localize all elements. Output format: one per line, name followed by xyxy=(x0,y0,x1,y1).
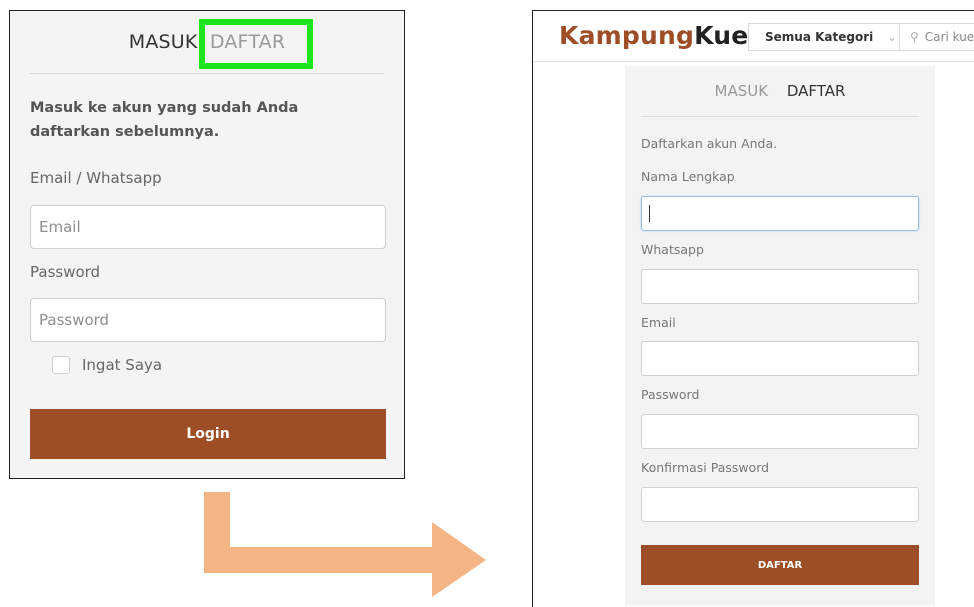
category-select[interactable]: Semua Kategori ⌄ xyxy=(748,23,900,51)
category-select-value: Semua Kategori xyxy=(765,30,874,44)
search-icon: ⚲ xyxy=(910,30,919,44)
brand-part-kampung: Kampung xyxy=(559,21,695,50)
password-label: Password xyxy=(641,387,700,402)
divider xyxy=(30,73,384,74)
text-caret xyxy=(649,205,650,222)
login-button[interactable]: Login xyxy=(30,409,386,459)
login-tabs: MASUK DAFTAR xyxy=(10,19,404,69)
brand-logo[interactable]: KampungKue xyxy=(559,21,748,50)
confirm-password-field[interactable] xyxy=(641,487,919,522)
remember-label: Ingat Saya xyxy=(82,356,163,374)
full-name-label: Nama Lengkap xyxy=(641,169,735,184)
register-tabs: MASUK DAFTAR xyxy=(625,82,935,100)
search-placeholder: Cari kue xyxy=(924,30,974,44)
password-input[interactable] xyxy=(30,298,386,342)
password-field[interactable] xyxy=(641,414,919,449)
email-label: Email xyxy=(641,315,676,330)
tab-daftar[interactable]: DAFTAR xyxy=(787,82,846,100)
site-header: KampungKue Semua Kategori ⌄ ⚲ Cari kue xyxy=(533,11,974,62)
daftar-button[interactable]: DAFTAR xyxy=(641,545,919,585)
whatsapp-field[interactable] xyxy=(641,269,919,304)
daftar-highlight-box xyxy=(199,19,313,69)
search-input[interactable]: ⚲ Cari kue xyxy=(900,23,974,51)
register-page: KampungKue Semua Kategori ⌄ ⚲ Cari kue M… xyxy=(532,10,974,607)
password-label: Password xyxy=(30,263,101,281)
login-panel: MASUK DAFTAR Masuk ke akun yang sudah An… xyxy=(9,10,405,479)
login-heading: Masuk ke akun yang sudah Anda daftarkan … xyxy=(30,100,299,140)
brand-part-kue: Kue xyxy=(694,21,749,50)
tab-masuk[interactable]: MASUK xyxy=(129,31,198,53)
email-input[interactable] xyxy=(30,205,386,249)
chevron-down-icon: ⌄ xyxy=(887,30,897,44)
register-card: MASUK DAFTAR Daftarkan akun Anda. Nama L… xyxy=(625,66,935,606)
email-field[interactable] xyxy=(641,341,919,376)
confirm-password-label: Konfirmasi Password xyxy=(641,460,770,475)
whatsapp-label: Whatsapp xyxy=(641,242,704,257)
register-intro: Daftarkan akun Anda. xyxy=(641,136,778,151)
remember-checkbox[interactable] xyxy=(52,356,70,374)
email-label: Email / Whatsapp xyxy=(30,169,162,187)
full-name-field[interactable] xyxy=(641,196,919,231)
tab-masuk[interactable]: MASUK xyxy=(715,82,769,100)
remember-me[interactable]: Ingat Saya xyxy=(52,356,162,374)
divider xyxy=(641,116,919,117)
transition-arrow-icon xyxy=(204,492,486,597)
